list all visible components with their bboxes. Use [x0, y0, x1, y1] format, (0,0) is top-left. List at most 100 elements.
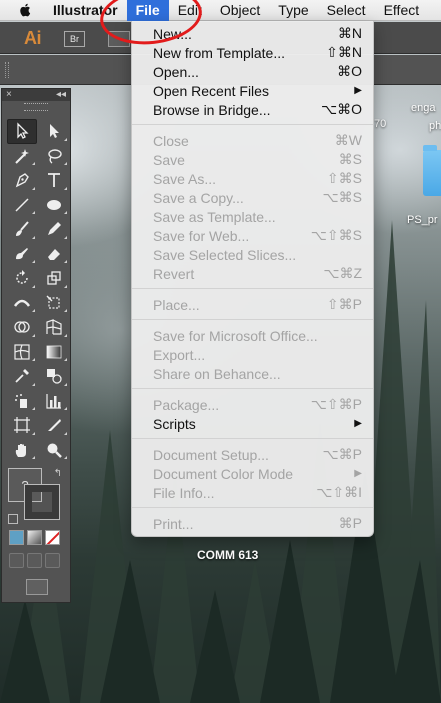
shape-builder-tool[interactable]: [7, 315, 37, 340]
width-icon: [13, 299, 31, 307]
menu-effect[interactable]: Effect: [375, 0, 429, 21]
menu-item-shortcut: ⌘O: [337, 63, 362, 79]
eraser-tool[interactable]: [39, 242, 69, 267]
draw-inside-button[interactable]: [45, 553, 60, 568]
pencil-icon: [48, 222, 61, 236]
menu-item-document-setup[interactable]: Document Setup... ⌥⌘P: [132, 445, 373, 464]
gradient-tool[interactable]: [39, 340, 69, 365]
selection-tool[interactable]: [7, 119, 37, 144]
menu-item-save-for-web[interactable]: Save for Web... ⌥⇧⌘S: [132, 226, 373, 245]
mesh-tool[interactable]: [7, 340, 37, 365]
gradient-mode-button[interactable]: [27, 530, 42, 545]
eyedropper-tool[interactable]: [7, 364, 37, 389]
magic-wand-tool[interactable]: [7, 144, 37, 169]
menu-item-document-color-mode[interactable]: Document Color Mode ▶: [132, 464, 373, 483]
symbol-sprayer-tool[interactable]: [7, 389, 37, 414]
menu-item-browse-in-bridge[interactable]: Browse in Bridge... ⌥⌘O: [132, 100, 373, 119]
menu-object[interactable]: Object: [211, 0, 269, 21]
submenu-arrow-icon: ▶: [354, 85, 362, 96]
free-transform-tool[interactable]: [39, 291, 69, 316]
column-graph-tool[interactable]: [39, 389, 69, 414]
eraser-icon: [48, 248, 60, 260]
artboard-tool[interactable]: [7, 413, 37, 438]
paintbrush-tool[interactable]: [7, 217, 37, 242]
screen-mode-button[interactable]: [26, 579, 48, 595]
menu-type[interactable]: Type: [269, 0, 317, 21]
menu-item-save-as-template[interactable]: Save as Template...: [132, 207, 373, 226]
desktop-file-label-eng[interactable]: enga: [411, 102, 435, 114]
menu-item-export[interactable]: Export...: [132, 345, 373, 364]
bridge-button[interactable]: Br: [64, 31, 85, 47]
menu-bar: Illustrator File Edit Object Type Select…: [0, 0, 441, 21]
collapse-icon[interactable]: ◂◂: [56, 89, 66, 101]
menu-item-shortcut: ⌥⌘P: [322, 446, 362, 462]
menu-item-close[interactable]: Close ⌘W: [132, 131, 373, 150]
menu-item-label: Document Setup...: [153, 446, 269, 463]
menu-item-share-on-behance[interactable]: Share on Behance...: [132, 364, 373, 383]
menu-select[interactable]: Select: [318, 0, 375, 21]
line-segment-tool[interactable]: [7, 193, 37, 218]
rotate-tool[interactable]: [7, 266, 37, 291]
illustrator-logo: Ai: [24, 28, 42, 48]
menu-item-shortcut: ⇧⌘S: [326, 170, 362, 186]
pen-nib-icon: [15, 173, 29, 188]
desktop-folder-label[interactable]: PS_pr: [407, 214, 438, 226]
ellipse-tool[interactable]: [39, 193, 69, 218]
perspective-grid-icon: [46, 319, 62, 335]
hand-tool[interactable]: [7, 438, 37, 463]
width-tool[interactable]: [7, 291, 37, 316]
menu-item-save[interactable]: Save ⌘S: [132, 150, 373, 169]
menu-item-print[interactable]: Print... ⌘P: [132, 514, 373, 533]
zoom-tool[interactable]: [39, 438, 69, 463]
desktop-file-label-ph[interactable]: ph: [429, 120, 441, 132]
menu-item-shortcut: ⌘W: [334, 132, 362, 148]
menu-item-label: Save for Microsoft Office...: [153, 327, 318, 344]
menu-item-save-a-copy[interactable]: Save a Copy... ⌥⌘S: [132, 188, 373, 207]
lasso-tool[interactable]: [39, 144, 69, 169]
submenu-arrow-icon: ▶: [354, 418, 362, 429]
pen-tool[interactable]: [7, 168, 37, 193]
menu-item-save-as[interactable]: Save As... ⇧⌘S: [132, 169, 373, 188]
menu-item-label: Save Selected Slices...: [153, 246, 297, 263]
blob-brush-tool[interactable]: [7, 242, 37, 267]
type-tool[interactable]: [39, 168, 69, 193]
default-fill-stroke-icon[interactable]: [8, 514, 18, 524]
menu-item-shortcut: ⌥⇧⌘I: [316, 484, 362, 500]
menu-item-package[interactable]: Package... ⌥⇧⌘P: [132, 395, 373, 414]
scale-tool[interactable]: [39, 266, 69, 291]
blend-tool[interactable]: [39, 364, 69, 389]
menu-item-open-recent-files[interactable]: Open Recent Files ▶: [132, 81, 373, 100]
draw-behind-button[interactable]: [27, 553, 42, 568]
menu-item-revert[interactable]: Revert ⌥⌘Z: [132, 264, 373, 283]
menu-item-new-from-template[interactable]: New from Template... ⇧⌘N: [132, 43, 373, 62]
menu-item-save-for-microsoft-office[interactable]: Save for Microsoft Office...: [132, 326, 373, 345]
close-icon[interactable]: ×: [6, 89, 12, 101]
menu-item-save-selected-slices[interactable]: Save Selected Slices...: [132, 245, 373, 264]
tools-panel: × ◂◂ ? ↰: [1, 88, 71, 603]
tools-panel-header[interactable]: × ◂◂: [2, 89, 70, 101]
menu-item-file-info[interactable]: File Info... ⌥⇧⌘I: [132, 483, 373, 502]
swap-fill-stroke-icon[interactable]: ↰: [54, 468, 62, 479]
menu-item-label: Print...: [153, 515, 194, 532]
scale-icon: [47, 271, 61, 285]
perspective-grid-tool[interactable]: [39, 315, 69, 340]
menu-item-open[interactable]: Open... ⌘O: [132, 62, 373, 81]
menu-item-label: Share on Behance...: [153, 365, 281, 382]
menu-item-place[interactable]: Place... ⇧⌘P: [132, 295, 373, 314]
tools-panel-grip[interactable]: [24, 103, 48, 111]
apple-icon[interactable]: [19, 3, 31, 17]
menu-item-scripts[interactable]: Scripts ▶: [132, 414, 373, 433]
free-transform-icon: [46, 295, 60, 309]
stroke-swatch[interactable]: [24, 484, 60, 520]
draw-normal-button[interactable]: [9, 553, 24, 568]
menu-item-label: Browse in Bridge...: [153, 101, 271, 118]
panel-grip[interactable]: [5, 62, 9, 78]
slice-tool[interactable]: [39, 413, 69, 438]
pencil-tool[interactable]: [39, 217, 69, 242]
folder-icon[interactable]: [423, 145, 441, 196]
direct-selection-tool[interactable]: [39, 119, 69, 144]
menu-item-label: Export...: [153, 346, 206, 363]
none-mode-button[interactable]: [45, 530, 60, 545]
color-mode-button[interactable]: [9, 530, 24, 545]
desktop-comm-label[interactable]: COMM 613: [197, 548, 258, 562]
